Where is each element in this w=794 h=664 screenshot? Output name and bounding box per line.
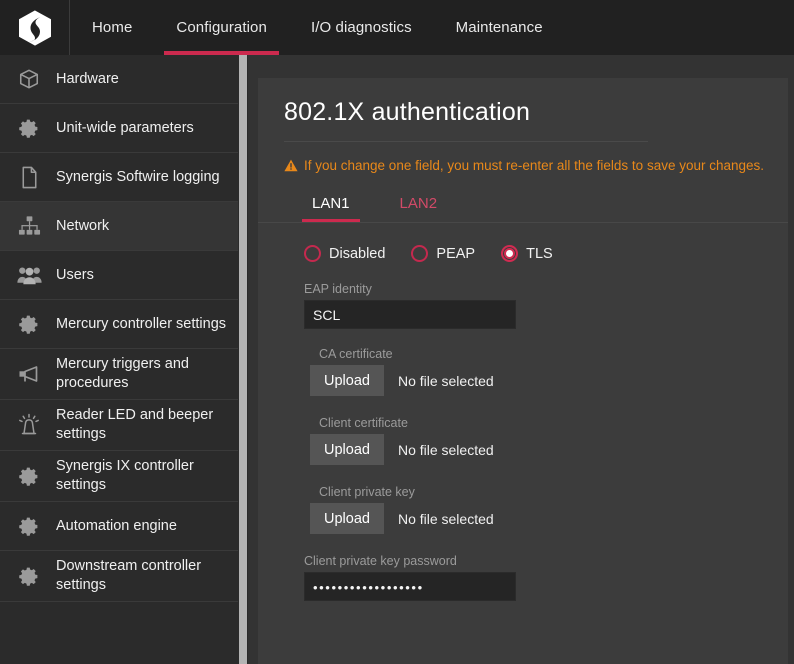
eap-identity-input[interactable] — [304, 300, 516, 329]
page-title: 802.1X authentication — [284, 98, 531, 126]
sidebar-item-label: Reader LED and beeper settings — [56, 407, 214, 442]
sidebar-item-label: Synergis Softwire logging — [56, 168, 220, 185]
tab-label: LAN1 — [312, 195, 350, 212]
ca-certificate-label: CA certificate — [319, 347, 393, 361]
megaphone-icon — [14, 359, 44, 389]
nav-item-label: Home — [92, 19, 133, 36]
sidebar-item-synergis-ix-controller-settings[interactable]: Synergis IX controller settings — [0, 451, 240, 502]
users-icon — [14, 260, 44, 290]
document-icon — [14, 162, 44, 192]
sidebar-scrollbar-thumb[interactable] — [239, 55, 247, 664]
sidebar-item-users[interactable]: Users — [0, 251, 240, 300]
ca-certificate-group: CA certificate Upload No file selected — [258, 347, 788, 396]
main-content-area: 802.1X authentication If you change one … — [248, 55, 794, 664]
genetec-hexagon-logo-icon — [18, 9, 52, 46]
radio-circle-icon — [304, 245, 321, 262]
ca-certificate-status: No file selected — [397, 372, 494, 389]
settings-panel: 802.1X authentication If you change one … — [258, 78, 788, 664]
sidebar-item-label: Synergis IX controller settings — [56, 458, 194, 493]
gear-icon — [14, 309, 44, 339]
client-private-key-password-label: Client private key password — [304, 554, 457, 568]
client-certificate-row: Upload No file selected — [310, 434, 788, 465]
radio-label: Disabled — [329, 245, 386, 262]
radio-peap[interactable]: PEAP — [411, 245, 475, 262]
client-certificate-group: Client certificate Upload No file select… — [258, 416, 788, 465]
client-private-key-password-input[interactable]: •••••••••••••••••• — [304, 572, 516, 601]
top-nav-items: Home Configuration I/O diagnostics Maint… — [70, 0, 565, 55]
top-navigation-bar: Home Configuration I/O diagnostics Maint… — [0, 0, 794, 55]
sidebar-item-label: Mercury controller settings — [56, 315, 227, 332]
nav-item-maintenance[interactable]: Maintenance — [434, 0, 565, 55]
siren-icon — [14, 410, 44, 440]
warning-text: If you change one field, you must re-ent… — [304, 158, 765, 173]
radio-circle-icon — [411, 245, 429, 262]
sidebar-item-synergis-softwire-logging[interactable]: Synergis Softwire logging — [0, 153, 240, 202]
sidebar-item-label: Hardware — [56, 70, 119, 87]
client-certificate-label: Client certificate — [319, 416, 408, 430]
authentication-form: Disabled PEAP TLS EAP identity SCL CA ce… — [258, 223, 788, 601]
client-private-key-upload-button[interactable]: Upload — [310, 503, 384, 534]
app-root: Home Configuration I/O diagnostics Maint… — [0, 0, 794, 664]
sidebar-item-mercury-triggers-and-procedures[interactable]: Mercury triggers and procedures — [0, 349, 240, 400]
nav-item-label: Maintenance — [455, 19, 543, 36]
client-private-key-label: Client private key — [319, 485, 415, 499]
client-certificate-status: No file selected — [397, 441, 494, 458]
eap-identity-field-group: EAP identity — [258, 282, 788, 329]
sidebar-item-label: Mercury triggers and procedures — [56, 356, 189, 391]
tab-label: LAN2 — [399, 195, 438, 212]
gear-icon — [14, 561, 44, 591]
sidebar-item-mercury-controller-settings[interactable]: Mercury controller settings — [0, 300, 240, 349]
eap-identity-label: EAP identity — [304, 282, 372, 296]
ca-certificate-upload-button[interactable]: Upload — [310, 365, 384, 396]
gear-icon — [14, 113, 44, 143]
sidebar-item-label: Automation engine — [56, 517, 177, 534]
sidebar-item-label: Network — [56, 217, 110, 234]
client-private-key-status: No file selected — [397, 510, 494, 527]
ca-certificate-row: Upload No file selected — [310, 365, 788, 396]
sidebar-item-label: Unit-wide parameters — [56, 119, 194, 136]
sidebar-item-reader-led-and-beeper-settings[interactable]: Reader LED and beeper settings — [0, 400, 240, 451]
nav-item-home[interactable]: Home — [70, 0, 154, 55]
warning-triangle-icon — [284, 159, 298, 172]
radio-tls[interactable]: TLS — [501, 245, 553, 262]
nav-item-io-diagnostics[interactable]: I/O diagnostics — [289, 0, 434, 55]
radio-disabled[interactable]: Disabled — [304, 245, 385, 262]
auth-mode-radio-group: Disabled PEAP TLS — [258, 245, 788, 262]
nav-item-label: Configuration — [176, 19, 267, 36]
sidebar-item-unit-wide-parameters[interactable]: Unit-wide parameters — [0, 104, 240, 153]
tab-lan1[interactable]: LAN1 — [302, 195, 360, 222]
tab-lan2[interactable]: LAN2 — [390, 195, 448, 222]
client-private-key-group: Client private key Upload No file select… — [258, 485, 788, 534]
gear-icon — [14, 461, 44, 491]
gear-icon — [14, 511, 44, 541]
sidebar-item-label: Users — [56, 266, 94, 283]
sidebar-navigation: Hardware Unit-wide parameters Synergis S… — [0, 55, 240, 664]
client-private-key-row: Upload No file selected — [310, 503, 788, 534]
sidebar-item-hardware[interactable]: Hardware — [0, 55, 240, 104]
radio-label: PEAP — [436, 245, 476, 262]
warning-banner: If you change one field, you must re-ent… — [258, 142, 788, 173]
nav-item-label: I/O diagnostics — [310, 19, 412, 36]
tab-active-underline — [302, 219, 360, 222]
client-private-key-password-group: Client private key password ••••••••••••… — [258, 554, 788, 601]
radio-label: TLS — [526, 245, 553, 262]
radio-circle-icon — [501, 245, 519, 262]
app-logo[interactable] — [0, 0, 70, 55]
client-certificate-upload-button[interactable]: Upload — [310, 434, 384, 465]
sidebar-item-downstream-controller-settings[interactable]: Downstream controller settings — [0, 551, 240, 602]
sidebar-item-automation-engine[interactable]: Automation engine — [0, 502, 240, 551]
sidebar-item-label: Downstream controller settings — [56, 558, 202, 593]
cube-icon — [14, 64, 44, 94]
nav-item-configuration[interactable]: Configuration — [154, 0, 289, 55]
sidebar-item-network[interactable]: Network — [0, 202, 240, 251]
lan-tabs: LAN1 LAN2 — [258, 173, 788, 222]
sitemap-icon — [14, 211, 44, 241]
